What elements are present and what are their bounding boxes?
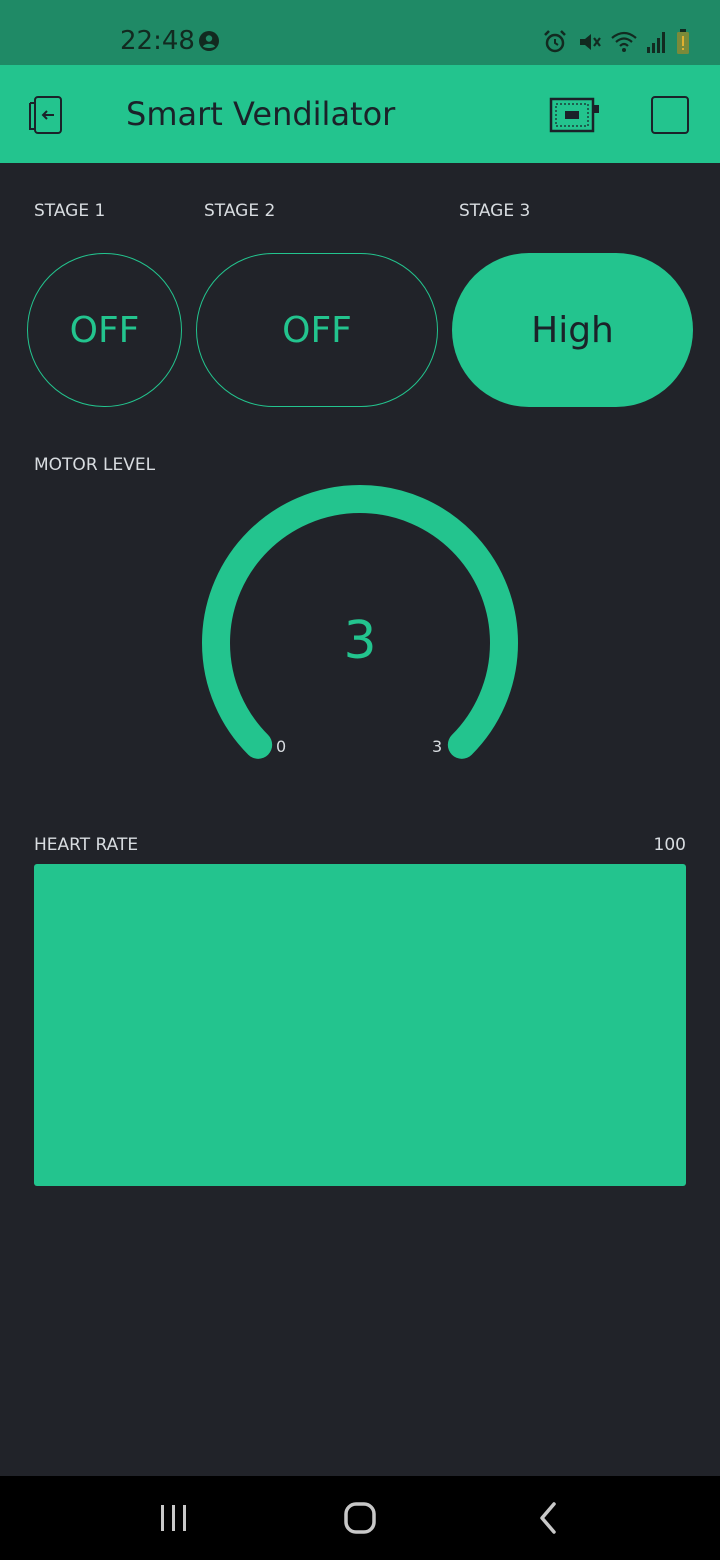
battery-low-icon: [676, 29, 690, 55]
stage-1-label: STAGE 1: [34, 201, 106, 221]
page-title: Smart Vendilator: [126, 95, 396, 133]
system-nav-bar: [0, 1476, 720, 1560]
heart-rate-max-label: 100: [653, 835, 686, 855]
stage-3-label: STAGE 3: [459, 201, 531, 221]
wifi-icon: [610, 29, 638, 55]
account-circle-icon: [198, 30, 220, 52]
stage-3-button[interactable]: High: [452, 253, 693, 407]
stage-3-value: High: [531, 309, 614, 351]
app-header: Smart Vendilator: [0, 65, 720, 163]
signal-icon: [646, 30, 668, 54]
status-icons: [542, 28, 690, 56]
heart-rate-label: HEART RATE: [34, 835, 139, 855]
status-bar: 22:48: [0, 0, 720, 65]
stop-icon[interactable]: [651, 96, 689, 134]
stage-2-value: OFF: [282, 309, 352, 351]
mute-icon: [576, 29, 602, 55]
gauge-max-label: 3: [432, 737, 443, 756]
recents-icon[interactable]: [154, 1498, 194, 1538]
heart-rate-display: [34, 864, 686, 1186]
status-time: 22:48: [120, 26, 195, 56]
stage-2-label: STAGE 2: [204, 201, 276, 221]
back-icon[interactable]: [528, 1498, 568, 1538]
alarm-icon: [542, 29, 568, 55]
stage-1-button[interactable]: OFF: [27, 253, 182, 407]
home-icon[interactable]: [340, 1498, 380, 1538]
gauge-min-label: 0: [276, 737, 287, 756]
gauge-value: 3: [343, 611, 377, 671]
stage-1-value: OFF: [69, 309, 140, 351]
motor-level-gauge: 3 0 3: [190, 475, 530, 775]
device-icon[interactable]: [548, 95, 600, 135]
motor-level-label: MOTOR LEVEL: [34, 455, 156, 475]
stage-2-button[interactable]: OFF: [196, 253, 438, 407]
exit-icon[interactable]: [26, 93, 70, 137]
